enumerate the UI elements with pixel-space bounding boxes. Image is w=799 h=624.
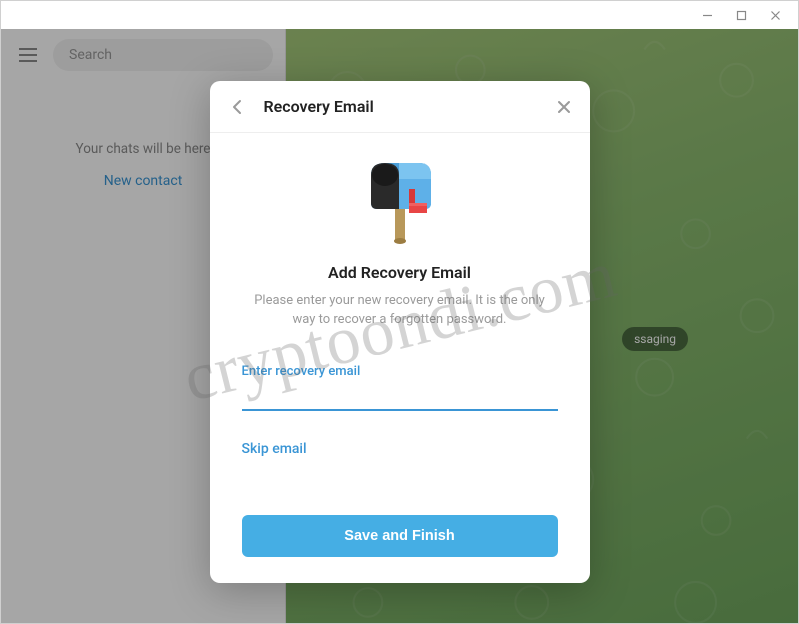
input-label: Enter recovery email xyxy=(242,364,558,379)
window-titlebar xyxy=(1,1,798,29)
section-title: Add Recovery Email xyxy=(242,263,558,282)
close-icon[interactable] xyxy=(556,99,572,115)
window-close-button[interactable] xyxy=(758,2,792,28)
recovery-email-input[interactable] xyxy=(242,379,558,411)
save-and-finish-button[interactable]: Save and Finish xyxy=(242,515,558,557)
maximize-button[interactable] xyxy=(724,2,758,28)
back-icon[interactable] xyxy=(228,98,246,116)
recovery-email-modal: Recovery Email Add xyxy=(210,81,590,583)
skip-email-link[interactable]: Skip email xyxy=(242,441,558,457)
mailbox-icon xyxy=(242,157,558,245)
modal-title: Recovery Email xyxy=(264,97,556,116)
section-description: Please enter your new recovery email. It… xyxy=(242,292,558,330)
minimize-button[interactable] xyxy=(690,2,724,28)
